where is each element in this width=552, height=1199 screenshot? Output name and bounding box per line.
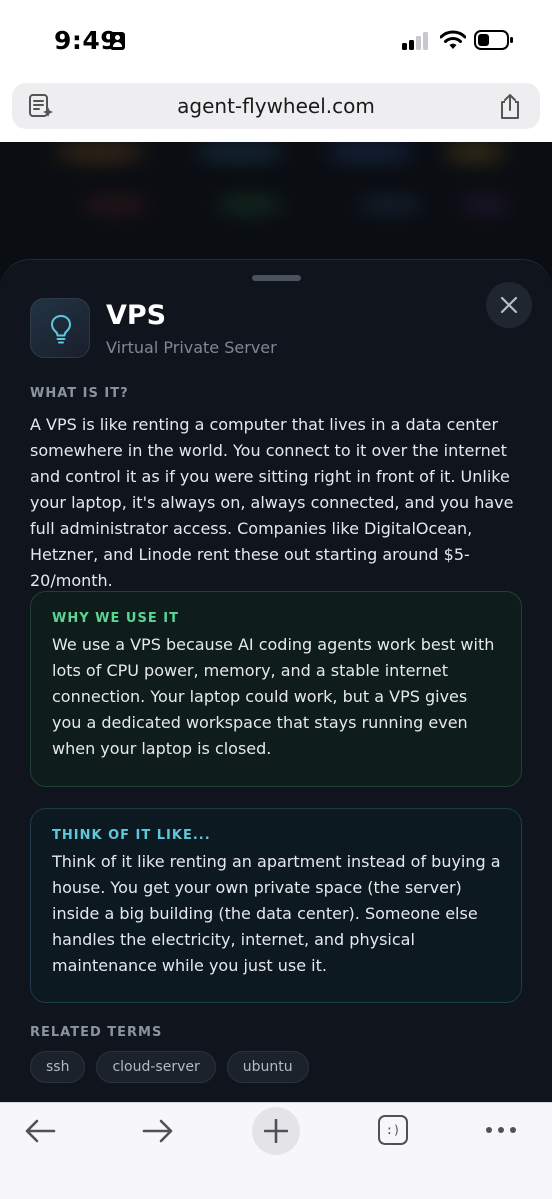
why-we-use-it-body: We use a VPS because AI coding agents wo… xyxy=(52,635,495,758)
term-subtitle: Virtual Private Server xyxy=(106,338,277,357)
related-terms-list: ssh cloud-server ubuntu xyxy=(30,1051,309,1083)
back-button[interactable] xyxy=(22,1111,70,1155)
forward-arrow-icon[interactable] xyxy=(140,1111,176,1151)
related-term-tag[interactable]: ubuntu xyxy=(226,1051,309,1083)
cellular-signal-icon xyxy=(402,32,432,50)
term-detail-sheet: VPS Virtual Private Server WHAT IS IT? A… xyxy=(0,259,552,1104)
status-bar: 9:49 xyxy=(0,0,552,80)
forward-button[interactable] xyxy=(140,1111,188,1155)
think-of-it-like-label: THINK OF IT LIKE... xyxy=(52,828,211,843)
close-button[interactable] xyxy=(486,282,532,328)
status-time: 9:49 xyxy=(54,26,119,55)
address-bar[interactable]: agent-flywheel.com xyxy=(12,83,540,129)
why-we-use-it-callout: WHY WE USE IT We use a VPS because AI co… xyxy=(30,591,522,787)
related-term-tag[interactable]: cloud-server xyxy=(96,1051,216,1083)
lightbulb-icon xyxy=(51,315,71,344)
share-icon[interactable] xyxy=(498,92,522,120)
close-icon[interactable] xyxy=(500,296,518,314)
term-title: VPS xyxy=(106,300,167,331)
sheet-grabber[interactable] xyxy=(252,275,301,281)
think-of-it-like-callout: THINK OF IT LIKE... Think of it like ren… xyxy=(30,808,522,1003)
browser-header: agent-flywheel.com xyxy=(0,70,552,142)
focus-person-icon xyxy=(110,32,125,50)
battery-icon xyxy=(474,30,513,50)
think-of-it-like-body: Think of it like renting an apartment in… xyxy=(52,852,501,975)
related-term-tag[interactable]: ssh xyxy=(30,1051,86,1083)
related-terms-label: RELATED TERMS xyxy=(30,1025,163,1040)
what-is-it-label: WHAT IS IT? xyxy=(30,386,129,401)
term-icon-tile xyxy=(30,298,90,358)
more-menu-icon[interactable] xyxy=(486,1127,518,1135)
wifi-icon xyxy=(440,30,466,49)
new-tab-button[interactable] xyxy=(252,1107,300,1155)
browser-toolbar: :) xyxy=(0,1102,552,1199)
what-is-it-body: A VPS is like renting a computer that li… xyxy=(30,415,514,590)
url-text[interactable]: agent-flywheel.com xyxy=(12,94,540,118)
back-arrow-icon[interactable] xyxy=(22,1111,58,1151)
tabs-button[interactable]: :) xyxy=(378,1115,408,1145)
plus-icon[interactable] xyxy=(264,1119,288,1143)
why-we-use-it-label: WHY WE USE IT xyxy=(52,611,179,626)
